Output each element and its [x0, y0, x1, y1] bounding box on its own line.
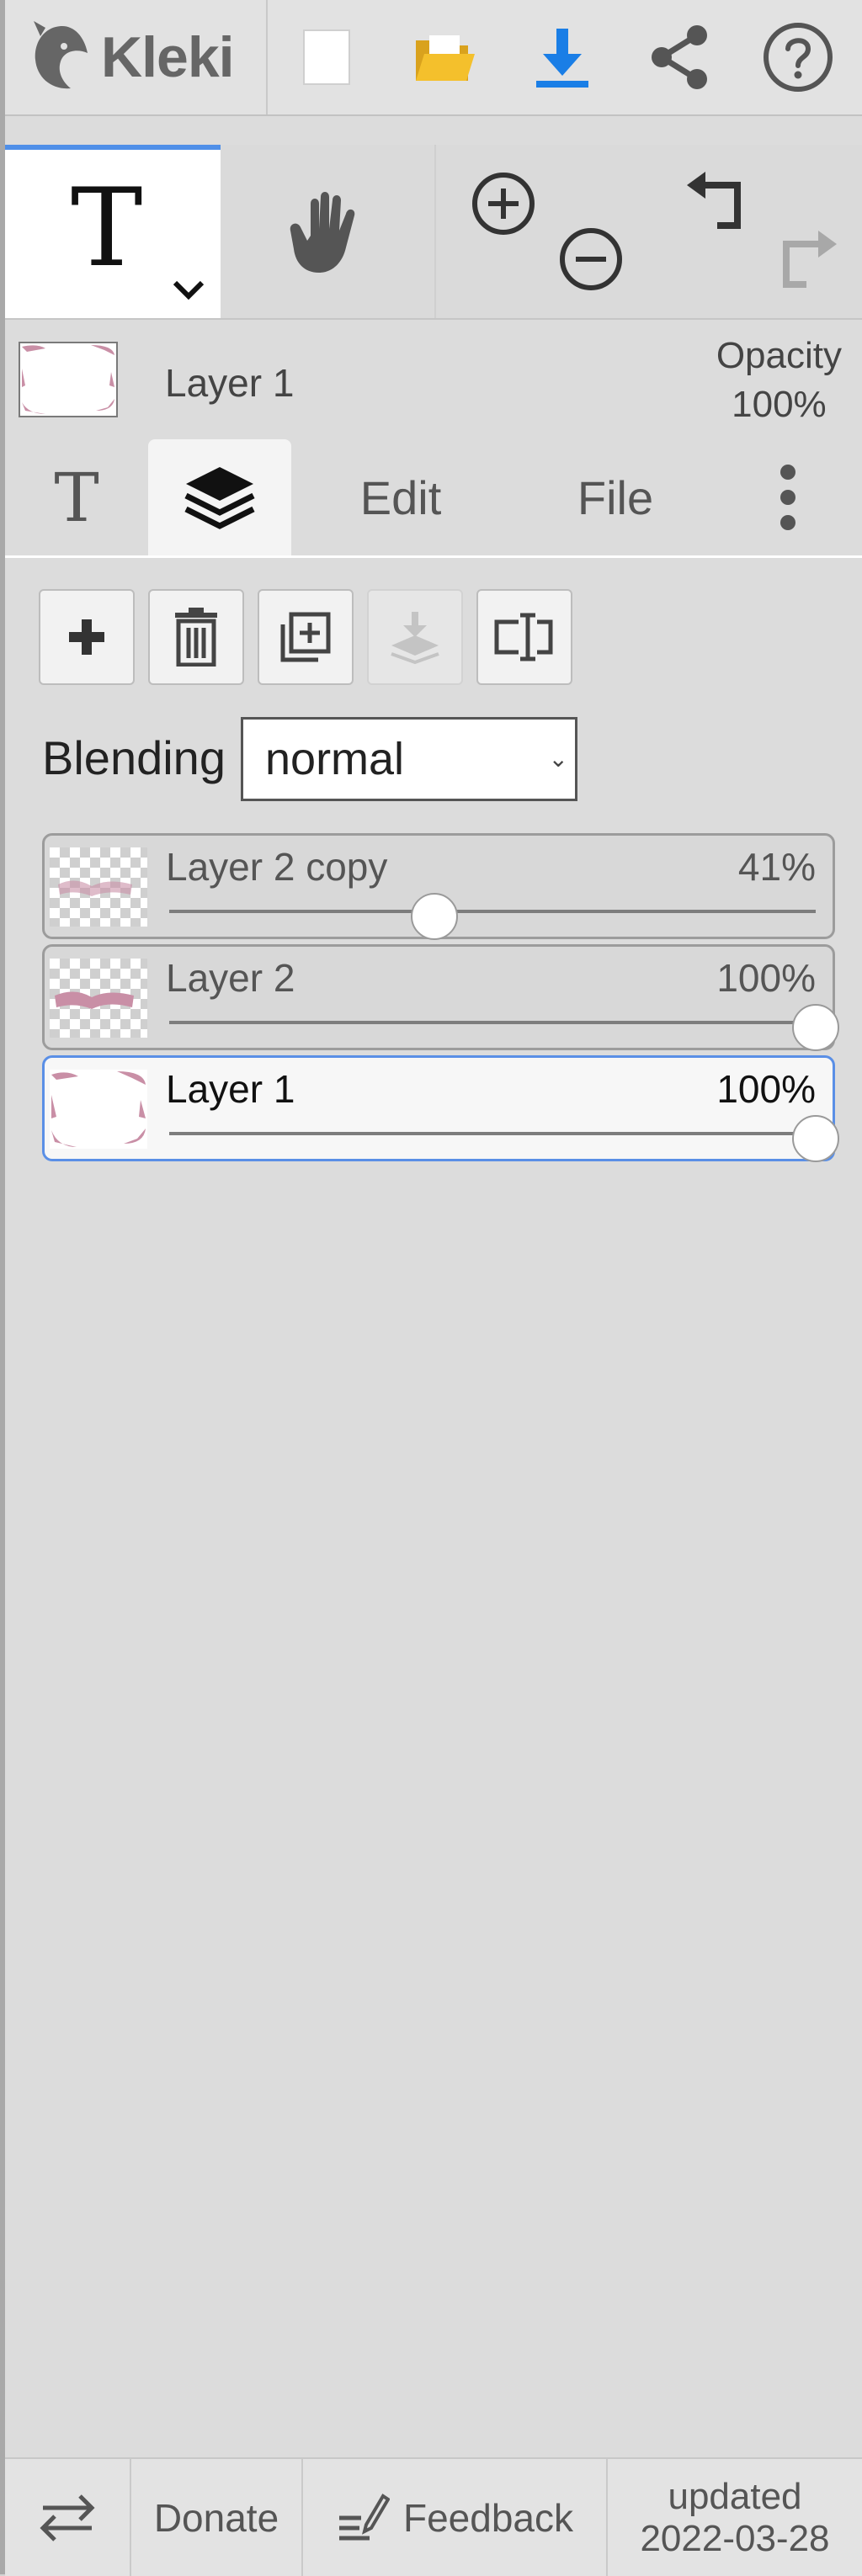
opacity-slider-track[interactable]: [169, 1132, 816, 1135]
more-vertical-icon: [780, 465, 795, 530]
tab-text[interactable]: T: [5, 439, 148, 555]
swap-side-button[interactable]: [5, 2459, 131, 2576]
new-image-icon: [303, 29, 350, 85]
open-file-button[interactable]: [386, 0, 503, 114]
layer-row[interactable]: Layer 2 copy 41%: [42, 833, 835, 940]
layer-name: Layer 2: [166, 956, 295, 1000]
layer-thumbnail-image: [55, 991, 134, 1009]
blending-label: Blending: [42, 731, 226, 784]
hand-tool-icon: [290, 192, 355, 273]
logo-text: Kleki: [101, 25, 235, 89]
current-layer-info: Layer 1 Opacity 100%: [5, 320, 862, 438]
tab-edit[interactable]: Edit: [291, 439, 510, 555]
text-tab-icon: T: [54, 458, 99, 537]
opacity-slider-track[interactable]: [169, 910, 816, 913]
rename-layer-button[interactable]: [476, 589, 572, 685]
opacity-slider-handle[interactable]: [792, 1004, 839, 1051]
text-tool-button[interactable]: T: [5, 145, 221, 318]
feedback-label: Feedback: [402, 2495, 573, 2540]
undo-icon[interactable]: [684, 170, 751, 234]
opacity-label: Opacity: [716, 335, 842, 376]
kleki-side-panel: Kleki T Layer 1 Opacity 100% T Edit File…: [0, 0, 862, 2576]
history-controls: [652, 145, 862, 318]
layer-name: Layer 2 copy: [166, 845, 388, 889]
current-layer-name: Layer 1: [165, 361, 295, 405]
tab-more[interactable]: [721, 439, 855, 555]
opacity-value: 100%: [732, 384, 827, 425]
tab-file[interactable]: File: [510, 439, 721, 555]
open-folder-icon: [416, 35, 475, 81]
donate-label: Donate: [153, 2495, 279, 2540]
rename-layer-icon: [494, 613, 553, 661]
kleki-logo[interactable]: Kleki: [5, 0, 268, 114]
layer-thumbnail-image: [22, 345, 114, 414]
blending-value: normal: [265, 734, 405, 784]
blending-select[interactable]: normal ⌄: [241, 717, 577, 801]
opacity-slider-handle[interactable]: [792, 1115, 839, 1162]
top-toolbar: Kleki: [5, 0, 862, 116]
feedback-button[interactable]: Feedback: [303, 2459, 608, 2576]
layer-thumbnail: [50, 847, 147, 927]
delete-layer-icon: [175, 608, 217, 667]
feedback-icon: [338, 2493, 390, 2540]
hand-tool-button[interactable]: [221, 145, 436, 318]
layers-tab-icon: [184, 467, 255, 529]
layer-opacity-value: 100%: [716, 1067, 816, 1111]
layer-row[interactable]: Layer 2 100%: [42, 944, 839, 1051]
swap-arrows-icon: [40, 2494, 95, 2541]
download-icon: [536, 29, 588, 88]
tool-row: T: [5, 145, 862, 320]
text-tool-icon: T: [71, 166, 143, 291]
kleki-logo-icon: [34, 21, 88, 89]
zoom-in-icon[interactable]: [470, 170, 537, 237]
opacity-slider-track[interactable]: [169, 1021, 816, 1024]
layer-thumbnail: [50, 959, 147, 1038]
zoom-controls: [436, 145, 652, 318]
zoom-out-icon[interactable]: [557, 226, 625, 293]
duplicate-layer-icon: [280, 612, 331, 662]
delete-layer-button[interactable]: [148, 589, 244, 685]
share-button[interactable]: [621, 0, 739, 114]
donate-button[interactable]: Donate: [131, 2459, 303, 2576]
current-layer-thumbnail: [19, 342, 118, 417]
layer-name: Layer 1: [166, 1067, 295, 1111]
merge-down-icon: [391, 612, 439, 664]
opacity-slider-handle[interactable]: [410, 893, 458, 940]
layer-thumbnail: [50, 1070, 147, 1149]
redo-icon[interactable]: [773, 229, 840, 293]
download-button[interactable]: [503, 0, 621, 114]
layer-thumbnail-image: [58, 880, 132, 896]
duplicate-layer-button[interactable]: [258, 589, 354, 685]
add-layer-button[interactable]: [39, 589, 135, 685]
layer-row-selected[interactable]: Layer 1 100%: [42, 1055, 839, 1162]
new-image-button[interactable]: [268, 0, 386, 114]
updated-date: 2022-03-28: [640, 2517, 830, 2559]
tab-layers[interactable]: [148, 439, 291, 555]
chevron-down-icon: ⌄: [548, 746, 568, 772]
chevron-down-icon[interactable]: [172, 278, 205, 301]
tab-file-label: File: [577, 470, 654, 524]
updated-label: updated: [668, 2475, 802, 2517]
updated-info: updated 2022-03-28: [608, 2459, 862, 2576]
bottom-bar: Donate Feedback updated 2022-03-28: [5, 2457, 862, 2576]
share-icon: [652, 25, 707, 89]
layer-opacity-value: 41%: [737, 845, 816, 889]
help-icon: [764, 23, 833, 92]
help-button[interactable]: [739, 0, 857, 114]
tab-edit-label: Edit: [359, 470, 442, 524]
current-layer-opacity: Opacity 100%: [716, 332, 842, 429]
layer-thumbnail-image: [51, 1071, 146, 1147]
layer-opacity-value: 100%: [716, 956, 816, 1000]
merge-down-button[interactable]: [367, 589, 463, 685]
layer-actions: [39, 589, 572, 685]
add-layer-icon: [69, 619, 104, 655]
panel-tabs: T Edit File: [5, 439, 862, 558]
